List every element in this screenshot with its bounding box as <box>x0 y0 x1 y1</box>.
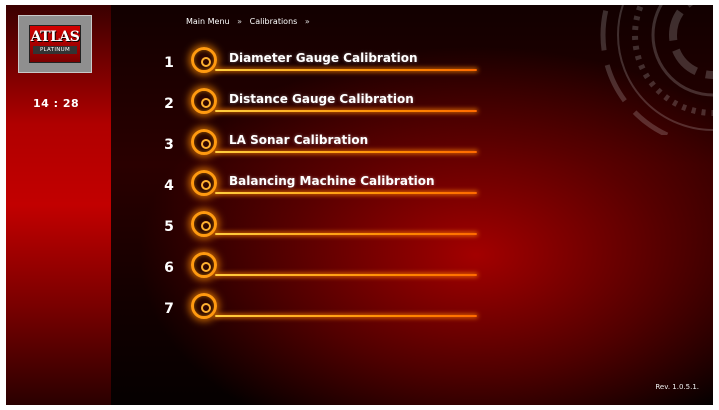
breadcrumb-separator: » <box>237 17 243 26</box>
menu-item-label[interactable]: LA Sonar Calibration <box>229 133 368 147</box>
menu-item-underline <box>215 274 477 276</box>
menu-item-2[interactable]: 2 Distance Gauge Calibration <box>161 86 491 120</box>
menu-item-3[interactable]: 3 LA Sonar Calibration <box>161 127 491 161</box>
menu-item-button-icon[interactable] <box>191 88 217 114</box>
menu-item-5[interactable]: 5 <box>161 209 491 243</box>
menu-item-button-icon[interactable] <box>191 293 217 319</box>
menu-item-6[interactable]: 6 <box>161 250 491 284</box>
menu-item-underline <box>215 192 477 194</box>
logo-sub: PLATINUM <box>33 46 77 54</box>
menu-item-number: 2 <box>164 96 174 112</box>
menu-item-number: 3 <box>164 137 174 153</box>
breadcrumb-main-menu[interactable]: Main Menu <box>186 17 230 26</box>
menu-item-label[interactable]: Balancing Machine Calibration <box>229 174 435 188</box>
menu-item-underline <box>215 110 477 112</box>
logo-brand: ATLAS <box>30 29 80 45</box>
revision-label: Rev. 1.0.5.1. <box>655 383 699 391</box>
menu-item-number: 5 <box>164 219 174 235</box>
breadcrumb: Main Menu » Calibrations » <box>186 17 315 26</box>
menu-item-number: 4 <box>164 178 174 194</box>
breadcrumb-separator: » <box>304 17 310 26</box>
menu-item-button-icon[interactable] <box>191 47 217 73</box>
menu-item-underline <box>215 69 477 71</box>
logo-emblem: ATLAS PLATINUM <box>29 25 81 63</box>
logo: ATLAS PLATINUM <box>18 15 92 73</box>
menu-item-button-icon[interactable] <box>191 129 217 155</box>
menu-item-1[interactable]: 1 Diameter Gauge Calibration <box>161 45 491 79</box>
sidebar: ATLAS PLATINUM 14 : 28 <box>6 5 111 405</box>
decorative-rings-graphic <box>600 5 713 135</box>
menu-item-underline <box>215 151 477 153</box>
menu-item-button-icon[interactable] <box>191 170 217 196</box>
menu-item-label[interactable]: Distance Gauge Calibration <box>229 92 414 106</box>
clock: 14 : 28 <box>33 97 80 110</box>
menu-item-button-icon[interactable] <box>191 252 217 278</box>
breadcrumb-calibrations[interactable]: Calibrations <box>250 17 298 26</box>
menu-item-number: 6 <box>164 260 174 276</box>
menu-item-4[interactable]: 4 Balancing Machine Calibration <box>161 168 491 202</box>
menu-item-number: 1 <box>164 55 174 71</box>
menu-item-number: 7 <box>164 301 174 317</box>
menu-item-underline <box>215 233 477 235</box>
menu-item-underline <box>215 315 477 317</box>
menu-item-button-icon[interactable] <box>191 211 217 237</box>
app-screen: ATLAS PLATINUM 14 : 28 Main Menu » Calib… <box>6 5 713 405</box>
menu-item-7[interactable]: 7 <box>161 291 491 325</box>
menu-item-label[interactable]: Diameter Gauge Calibration <box>229 51 418 65</box>
